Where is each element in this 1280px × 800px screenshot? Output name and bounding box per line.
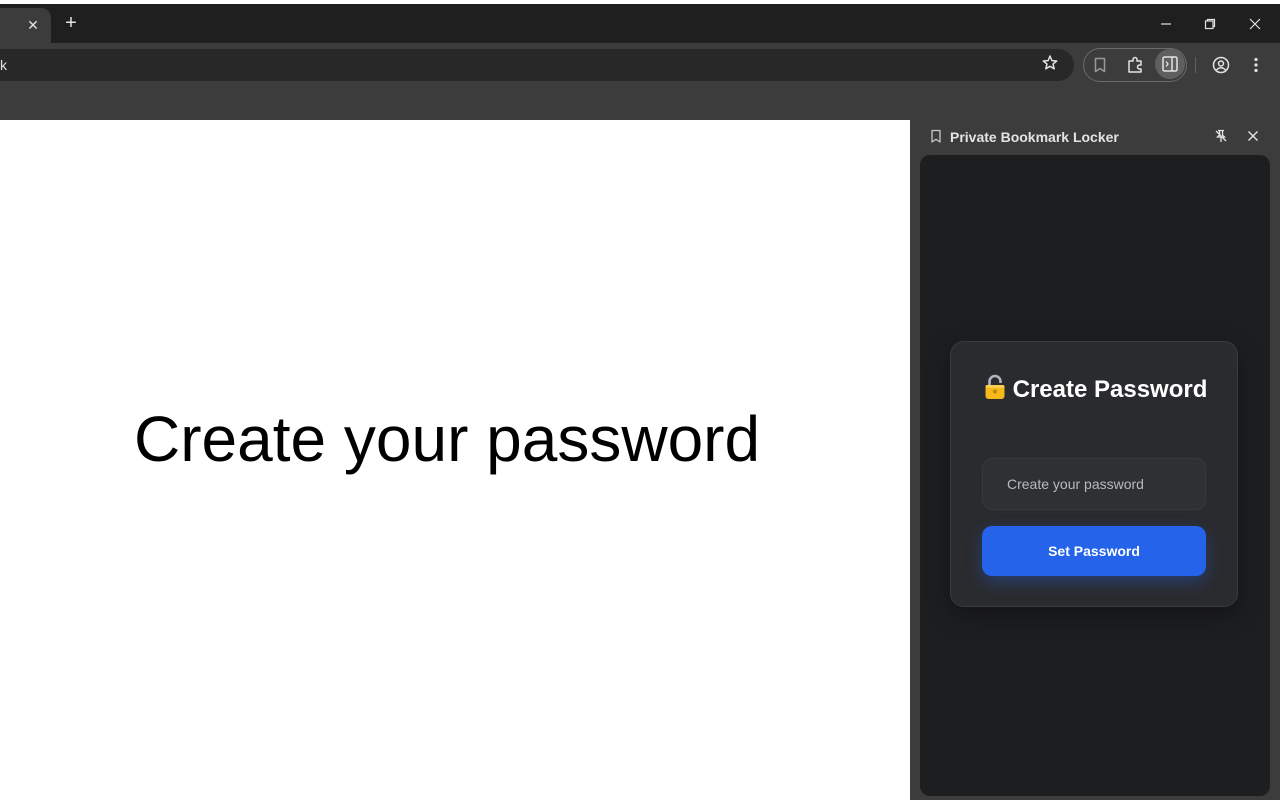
side-panel-icon [1162,56,1178,72]
lock-icon [983,374,1007,408]
unpin-icon[interactable] [1213,128,1229,149]
side-panel-button[interactable] [1155,49,1185,79]
more-menu-button[interactable] [1244,53,1268,77]
side-panel: Private Bookmark Locker Create Password … [910,120,1280,800]
close-icon [1249,18,1261,30]
address-text[interactable]: k [0,57,7,73]
star-icon [1042,55,1058,70]
side-panel-title: Private Bookmark Locker [950,129,1119,145]
side-panel-close-icon[interactable] [1245,128,1261,149]
create-password-card: Create Password Set Password [950,341,1238,607]
bookmark-icon [1094,57,1106,73]
set-password-button[interactable]: Set Password [982,526,1206,576]
side-panel-bookmark-icon [928,128,944,149]
card-title-text: Create Password [1012,376,1208,403]
profile-button[interactable] [1209,53,1233,77]
minimize-button[interactable] [1144,8,1188,40]
bookmarks-bar [0,88,1280,120]
new-tab-button[interactable]: + [59,12,83,36]
profile-icon [1212,56,1230,74]
tab-strip: ✕ + [0,4,1280,43]
bookmark-star-button[interactable] [1038,51,1062,75]
extension-panel-body: Create Password Set Password [920,155,1270,796]
minimize-icon [1161,23,1171,25]
page-heading: Create your password [134,403,761,475]
browser-toolbar: k [0,43,1280,88]
address-bar[interactable]: k [0,49,1074,81]
side-panel-header: Private Bookmark Locker [910,120,1280,154]
password-input[interactable] [982,458,1206,510]
close-window-button[interactable] [1233,8,1277,40]
tab-close-icon[interactable]: ✕ [23,15,43,35]
extensions-button[interactable] [1123,53,1147,77]
restore-button[interactable] [1188,8,1232,40]
web-content: Create your password [0,120,910,800]
more-menu-icon [1254,57,1258,73]
bookmarks-button[interactable] [1088,53,1112,77]
restore-icon [1204,18,1216,30]
card-title: Create Password [951,374,1239,408]
toolbar-separator [1195,57,1196,73]
extensions-icon [1128,56,1142,73]
active-tab[interactable]: ✕ [0,8,51,43]
